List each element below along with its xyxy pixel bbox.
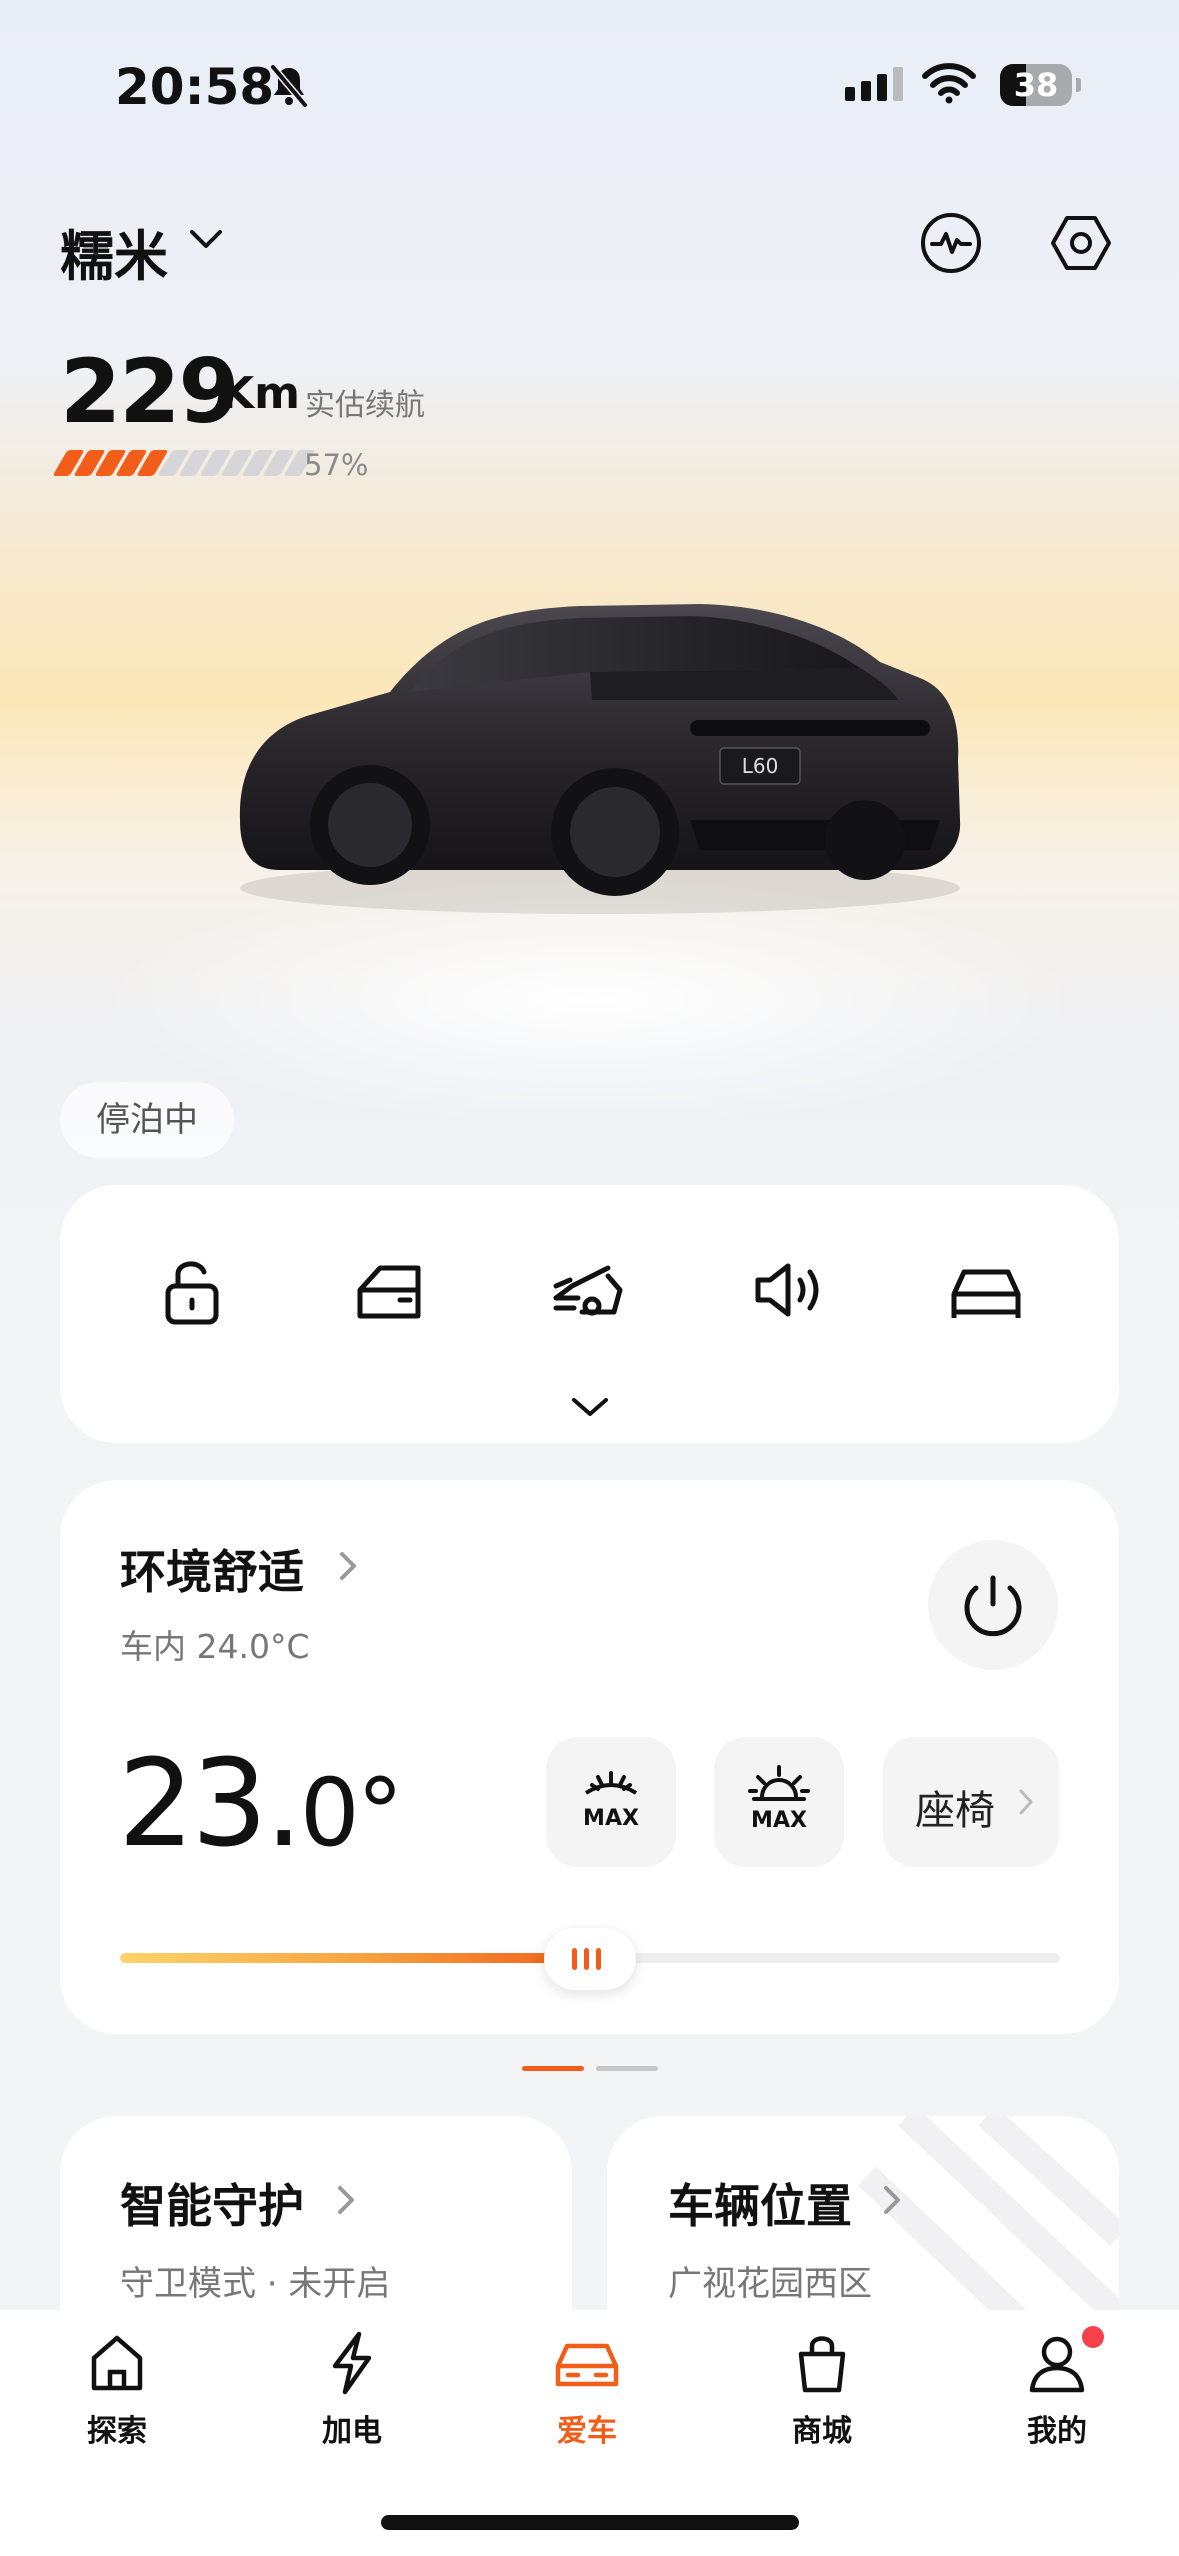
gear-icon: [1051, 216, 1111, 270]
license-plate-text: L60: [742, 754, 779, 778]
horn-icon[interactable]: [748, 1250, 828, 1330]
home-icon: [91, 2335, 143, 2391]
grip-icon: [572, 1948, 601, 1970]
tab-charge-label: 加电: [322, 2414, 382, 2449]
battery-level-bar: [52, 450, 316, 476]
seat-label: 座椅: [915, 1788, 995, 1834]
front-defrost-icon: MAX: [583, 1771, 639, 1831]
smart-guard-status: 守卫模式 · 未开启: [120, 2264, 391, 2304]
rear-defrost-max-button[interactable]: MAX: [714, 1737, 844, 1867]
range-unit: Km: [220, 368, 300, 419]
page-dot-active: [522, 2066, 584, 2071]
climate-power-button[interactable]: [928, 1540, 1058, 1670]
vehicle-name[interactable]: 糯米: [60, 212, 168, 291]
range-label: 实估续航: [305, 388, 425, 423]
chevron-down-icon[interactable]: [568, 1392, 612, 1426]
lightning-icon: [332, 2331, 372, 2395]
chevron-down-icon[interactable]: [186, 224, 226, 258]
page-indicator: [522, 2066, 658, 2071]
vehicle-location-title: 车辆位置: [668, 2179, 852, 2233]
temperature-slider-handle[interactable]: [544, 1928, 636, 1990]
front-defrost-max-button[interactable]: MAX: [546, 1737, 676, 1867]
pulse-icon: [921, 213, 981, 273]
front-defrost-label: MAX: [583, 1806, 639, 1831]
temp-integer: 23.: [118, 1735, 303, 1874]
battery-cap: [1076, 78, 1081, 92]
tab-store[interactable]: 商城: [747, 2328, 897, 2450]
temperature-slider-fill: [120, 1953, 590, 1963]
temp-decimal: 0°: [299, 1759, 404, 1868]
cabin-temperature: 车内 24.0°C: [120, 1627, 310, 1666]
climate-title[interactable]: 环境舒适: [120, 1536, 304, 1602]
trunk-icon[interactable]: [548, 1250, 628, 1330]
battery-percent: 57%: [304, 448, 369, 482]
settings-button[interactable]: [1048, 210, 1114, 276]
tab-charge[interactable]: 加电: [277, 2328, 427, 2450]
rear-defrost-label: MAX: [751, 1808, 807, 1833]
parking-status-badge: 停泊中: [60, 1082, 234, 1158]
notification-badge: [1082, 2326, 1104, 2348]
rear-defrost-icon: MAX: [748, 1765, 810, 1833]
door-icon[interactable]: [350, 1250, 430, 1330]
tab-me[interactable]: 我的: [982, 2328, 1132, 2450]
smart-guard-title: 智能守护: [120, 2179, 304, 2233]
chevron-right-icon[interactable]: [336, 1548, 360, 1588]
range-value: 229: [60, 340, 240, 443]
battery-icon: 38: [1000, 64, 1072, 106]
power-icon: [964, 1575, 1022, 1637]
car-icon: [555, 2343, 619, 2387]
bell-muted-icon: [268, 64, 310, 112]
home-indicator[interactable]: [381, 2515, 799, 2530]
chevron-right-icon: [1016, 1786, 1036, 1822]
tab-explore-label: 探索: [87, 2414, 147, 2449]
lock-icon[interactable]: [152, 1250, 232, 1330]
chevron-right-icon: [880, 2182, 904, 2222]
status-time: 20:58: [115, 58, 275, 116]
page-dot: [596, 2066, 658, 2071]
vehicle-location-address: 广视花园西区: [668, 2264, 872, 2304]
tab-my-car[interactable]: 爱车: [512, 2328, 662, 2450]
chevron-right-icon: [334, 2182, 358, 2222]
tab-explore[interactable]: 探索: [42, 2328, 192, 2450]
cellular-signal-icon: [845, 67, 903, 101]
vehicle-image[interactable]: L60: [220, 570, 980, 934]
wifi-icon: [922, 62, 976, 108]
vehicle-health-button[interactable]: [918, 210, 984, 276]
target-temperature[interactable]: 23.0°: [118, 1735, 404, 1874]
shopping-bag-icon: [798, 2336, 846, 2393]
tab-me-label: 我的: [1027, 2414, 1087, 2449]
tab-my-car-label: 爱车: [557, 2414, 617, 2449]
battery-level-text: 38: [1013, 66, 1059, 104]
car-icon[interactable]: [946, 1250, 1026, 1330]
tab-store-label: 商城: [792, 2414, 852, 2449]
